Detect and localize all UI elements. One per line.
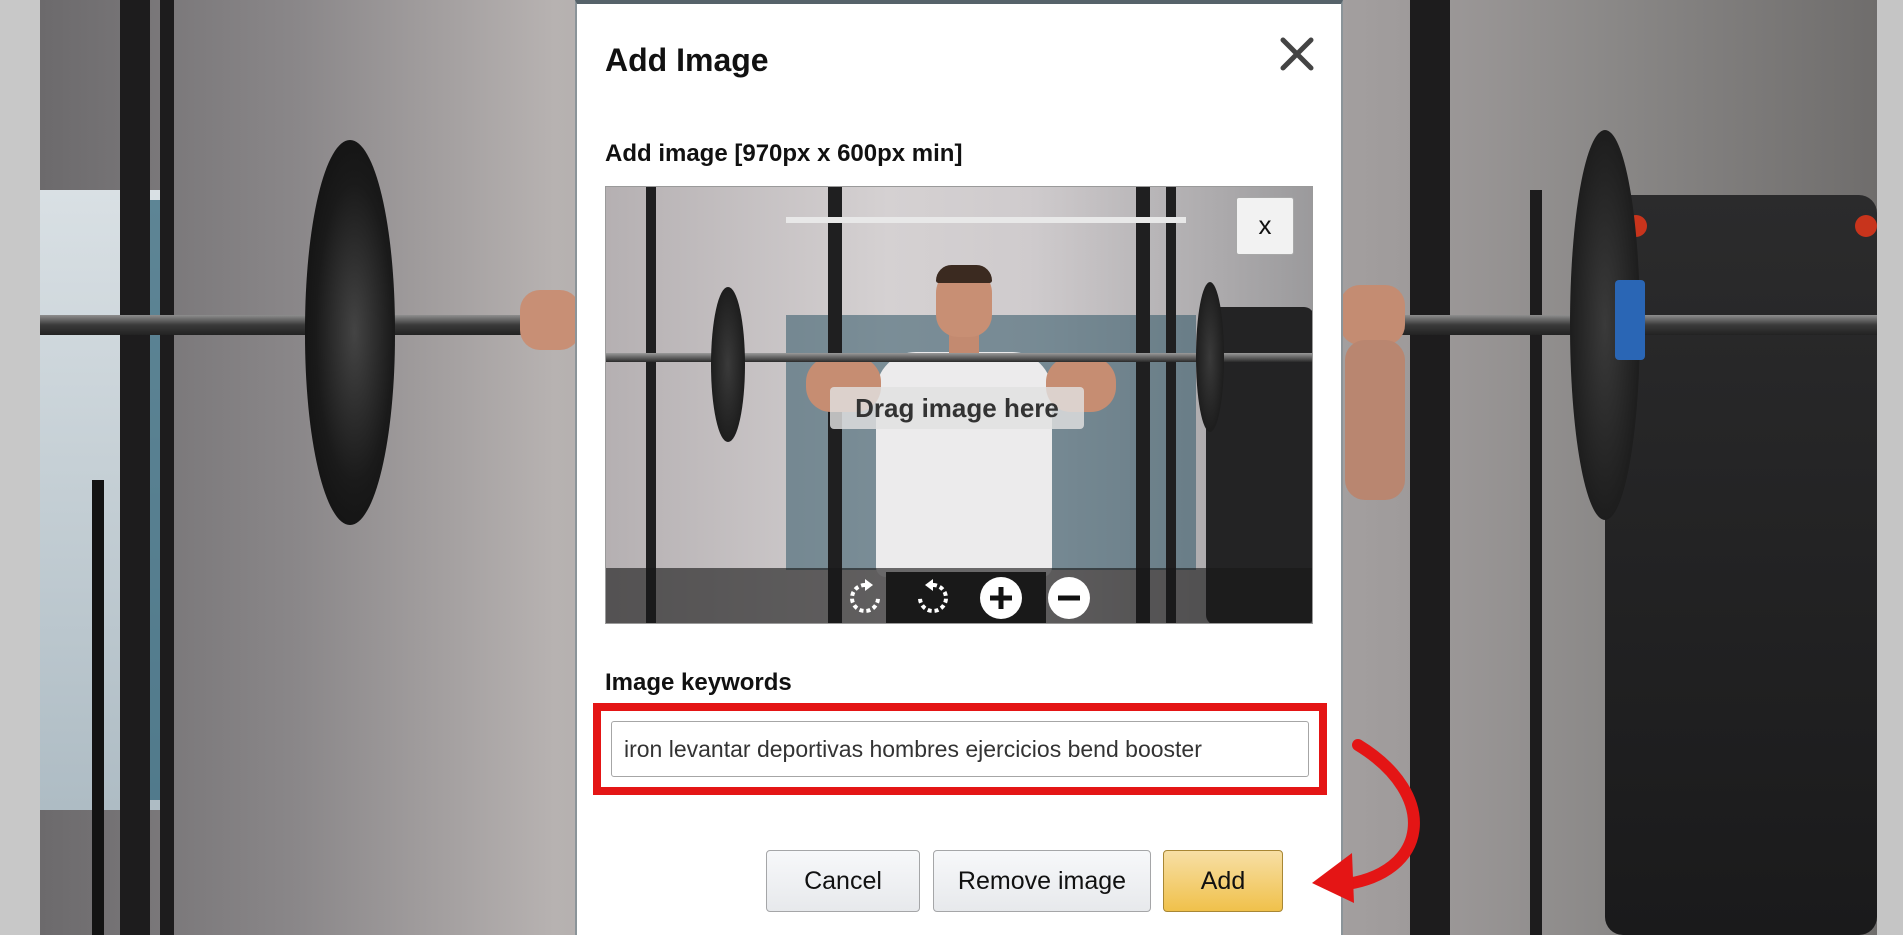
rack-post (1530, 190, 1542, 935)
barbell-collar (1615, 280, 1645, 360)
mat-eyelet (1855, 215, 1877, 237)
remove-image-button[interactable]: Remove image (933, 850, 1151, 912)
image-keywords-input[interactable] (611, 721, 1309, 777)
close-icon[interactable] (1275, 32, 1319, 76)
rotate-counterclockwise-icon[interactable] (910, 575, 956, 621)
rack-post (120, 0, 150, 935)
suspension-strap (92, 480, 104, 935)
preview-rack (1166, 187, 1176, 623)
preview-shelf (786, 217, 1186, 223)
weight-plate (305, 140, 395, 525)
drag-image-hint: Drag image here (830, 387, 1084, 429)
curved-arrow-annotation (1312, 739, 1420, 903)
add-image-dialog: Add Image Add image [970px x 600px min] … (575, 0, 1343, 935)
arm (1345, 340, 1405, 500)
remove-preview-button[interactable]: x (1236, 197, 1294, 255)
floor-mat (1605, 195, 1877, 935)
preview-rack (646, 187, 656, 623)
image-edit-toolbar (606, 568, 1312, 623)
add-button[interactable]: Add (1163, 850, 1283, 912)
keywords-highlight-box (593, 703, 1327, 795)
preview-person-hair (936, 265, 992, 283)
preview-rack (1136, 187, 1150, 623)
cancel-button[interactable]: Cancel (766, 850, 920, 912)
hand (1340, 285, 1405, 345)
rack-post (160, 0, 174, 935)
image-drop-zone[interactable]: Drag image here x (605, 186, 1313, 624)
preview-weight-plate (711, 287, 745, 442)
left-page-edge (0, 0, 40, 935)
zoom-out-icon[interactable] (1046, 575, 1092, 621)
image-keywords-label: Image keywords (605, 669, 792, 696)
dialog-title: Add Image (605, 42, 769, 78)
preview-weight-plate (1196, 282, 1224, 432)
hand (520, 290, 580, 350)
right-page-edge (1877, 0, 1903, 935)
rotate-clockwise-icon[interactable] (842, 575, 888, 621)
preview-person-shirt (876, 352, 1052, 577)
add-image-label: Add image [970px x 600px min] (605, 140, 963, 167)
zoom-in-icon[interactable] (978, 575, 1024, 621)
